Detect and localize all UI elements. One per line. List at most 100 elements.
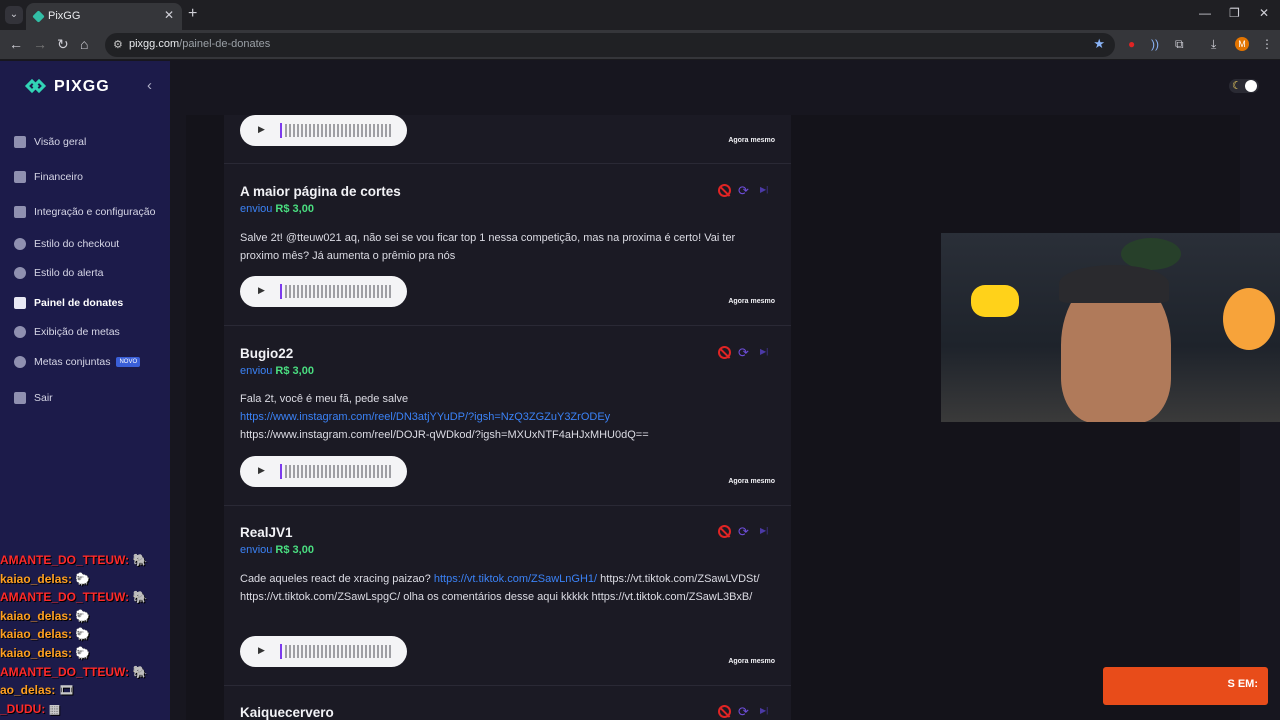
forward-icon[interactable]: → bbox=[33, 36, 47, 52]
stream-banner: S EM: bbox=[1103, 667, 1268, 705]
site-info-icon[interactable]: ⚙ bbox=[113, 38, 123, 51]
donation-card: A maior página de cortes ⟳ ▶| enviou R$ 3… bbox=[224, 164, 791, 326]
settings-icon bbox=[14, 206, 26, 218]
toggle-knob bbox=[1245, 80, 1257, 92]
message-link[interactable]: https://vt.tiktok.com/ZSawLnGH1/ bbox=[434, 573, 597, 585]
chat-line: kaiao_delas: 🐑 bbox=[0, 608, 91, 623]
sidebar-item-integracao[interactable]: Integração e configuração bbox=[14, 203, 155, 221]
profile-avatar[interactable]: M bbox=[1235, 37, 1249, 51]
browser-tab[interactable]: PixGG ✕ bbox=[26, 3, 182, 30]
donor-name: Kaiquecervero bbox=[240, 705, 334, 720]
replay-icon[interactable]: ⟳ bbox=[738, 183, 749, 199]
skip-icon[interactable]: ▶| bbox=[760, 347, 768, 356]
chat-line: AMANTE_DO_TTEUW: 🐘 bbox=[0, 590, 148, 605]
donate-icon bbox=[14, 297, 26, 309]
donation-actions: ⟳ ▶| bbox=[718, 524, 774, 540]
sidebar-item-estilo-alerta[interactable]: Estilo do alerta bbox=[14, 264, 103, 282]
sidebar-item-sair[interactable]: Sair bbox=[14, 389, 53, 407]
chat-line: kaiao_delas: 🐑 bbox=[0, 645, 91, 660]
more-menu-icon[interactable]: ⋮ bbox=[1261, 37, 1273, 51]
extensions-puzzle-icon[interactable]: ⧉ bbox=[1175, 37, 1184, 52]
bookmark-star-icon[interactable]: ★ bbox=[1093, 36, 1105, 52]
donation-message: Salve 2t! @tteuw021 aq, não sei se vou f… bbox=[240, 232, 736, 262]
replay-icon[interactable]: ⟳ bbox=[738, 345, 749, 361]
donation-message: Fala 2t, você é meu fã, pede salve https… bbox=[240, 393, 649, 441]
restore-icon[interactable]: ❐ bbox=[1229, 6, 1240, 20]
donation-card: ▶ Agora mesmo bbox=[224, 115, 791, 164]
donation-message: Cade aqueles react de xracing paizao? ht… bbox=[240, 573, 760, 603]
extension-icon[interactable]: ● bbox=[1128, 37, 1135, 51]
audio-cursor bbox=[280, 644, 282, 659]
play-icon[interactable]: ▶ bbox=[258, 124, 265, 135]
audio-waveform[interactable] bbox=[285, 645, 393, 658]
replay-icon[interactable]: ⟳ bbox=[738, 704, 749, 720]
audio-player[interactable]: ▶ bbox=[240, 115, 407, 146]
donation-actions: ⟳ ▶| bbox=[718, 183, 774, 199]
sidebar-item-financeiro[interactable]: Financeiro bbox=[14, 168, 83, 186]
donation-card: RealJV1 ⟳ ▶| enviou R$ 3,00 Cade aqueles … bbox=[224, 506, 791, 686]
sidebar-item-visao-geral[interactable]: Visão geral bbox=[14, 133, 86, 151]
reload-icon[interactable]: ↻ bbox=[57, 36, 69, 53]
chat-line: ao_delas: 🎞 bbox=[0, 683, 74, 698]
donation-amount: enviou R$ 3,00 bbox=[240, 365, 314, 377]
block-icon[interactable] bbox=[718, 705, 731, 718]
new-tab-button[interactable]: + bbox=[188, 5, 197, 23]
stream-chat-overlay: AMANTE_DO_TTEUW: 🐘 kaiao_delas: 🐑 AMANTE… bbox=[0, 553, 170, 720]
palette-icon bbox=[14, 238, 26, 250]
block-icon[interactable] bbox=[718, 184, 731, 197]
close-window-icon[interactable]: ✕ bbox=[1259, 6, 1269, 20]
donor-name: Bugio22 bbox=[240, 346, 294, 361]
donor-name: A maior página de cortes bbox=[240, 184, 401, 199]
sidebar-item-metas-conjuntas[interactable]: Metas conjuntas NOVO bbox=[14, 353, 141, 371]
play-icon[interactable]: ▶ bbox=[258, 285, 265, 296]
collapse-sidebar-icon[interactable]: ‹ bbox=[147, 77, 152, 94]
block-icon[interactable] bbox=[718, 346, 731, 359]
replay-icon[interactable]: ⟳ bbox=[738, 524, 749, 540]
chat-line: kaiao_delas: 🐑 bbox=[0, 571, 91, 586]
logo-mark-icon bbox=[24, 78, 47, 94]
back-icon[interactable]: ← bbox=[9, 36, 23, 52]
donation-amount: enviou R$ 3,00 bbox=[240, 203, 314, 215]
donation-card: Kaiquecervero ⟳ ▶| bbox=[224, 686, 791, 720]
download-icon[interactable]: ⤓ bbox=[1211, 37, 1216, 52]
theme-toggle[interactable]: ☾ bbox=[1229, 79, 1259, 93]
skip-icon[interactable]: ▶| bbox=[760, 706, 768, 715]
audio-cursor bbox=[280, 123, 282, 138]
sidebar-item-exibicao-metas[interactable]: Exibição de metas bbox=[14, 323, 120, 341]
main-header bbox=[170, 61, 1280, 115]
pumpkin-lamp-shape bbox=[1223, 288, 1275, 350]
target-icon bbox=[14, 356, 26, 368]
audio-cursor bbox=[280, 284, 282, 299]
donation-amount: enviou R$ 3,00 bbox=[240, 544, 314, 556]
sidebar-item-estilo-checkout[interactable]: Estilo do checkout bbox=[14, 235, 119, 253]
donor-name: RealJV1 bbox=[240, 525, 293, 540]
chat-line: AMANTE_DO_TTEUW: 🐘 bbox=[0, 553, 148, 567]
sidebar-item-painel-donates[interactable]: Painel de donates bbox=[14, 294, 123, 312]
donation-card: Bugio22 ⟳ ▶| enviou R$ 3,00 Fala 2t, você… bbox=[224, 326, 791, 506]
audio-waveform[interactable] bbox=[285, 124, 393, 137]
message-link[interactable]: https://www.instagram.com/reel/DN3atjYYu… bbox=[240, 411, 610, 423]
chat-line: kaiao_delas: 🐑 bbox=[0, 627, 91, 642]
skip-icon[interactable]: ▶| bbox=[760, 185, 768, 194]
audio-player[interactable]: ▶ bbox=[240, 456, 407, 487]
browser-tabbar: ⌄ PixGG ✕ + — ❐ ✕ bbox=[0, 0, 1280, 30]
close-tab-icon[interactable]: ✕ bbox=[164, 8, 174, 22]
logout-icon bbox=[14, 392, 26, 404]
address-bar[interactable]: ⚙ pixgg.com/painel-de-donates ★ bbox=[105, 33, 1115, 57]
audio-waveform[interactable] bbox=[285, 465, 393, 478]
home-icon[interactable]: ⌂ bbox=[80, 36, 88, 52]
block-icon[interactable] bbox=[718, 525, 731, 538]
audio-waveform[interactable] bbox=[285, 285, 393, 298]
play-icon[interactable]: ▶ bbox=[258, 465, 265, 476]
audio-extension-icon[interactable]: )) bbox=[1151, 37, 1159, 51]
play-icon[interactable]: ▶ bbox=[258, 645, 265, 656]
minimize-icon[interactable]: — bbox=[1199, 6, 1211, 20]
donation-actions: ⟳ ▶| bbox=[718, 345, 774, 361]
audio-cursor bbox=[280, 464, 282, 479]
tab-search-button[interactable]: ⌄ bbox=[5, 6, 23, 24]
audio-player[interactable]: ▶ bbox=[240, 276, 407, 307]
donation-time: Agora mesmo bbox=[728, 298, 775, 305]
audio-player[interactable]: ▶ bbox=[240, 636, 407, 667]
url-text: pixgg.com/painel-de-donates bbox=[129, 38, 271, 50]
skip-icon[interactable]: ▶| bbox=[760, 526, 768, 535]
